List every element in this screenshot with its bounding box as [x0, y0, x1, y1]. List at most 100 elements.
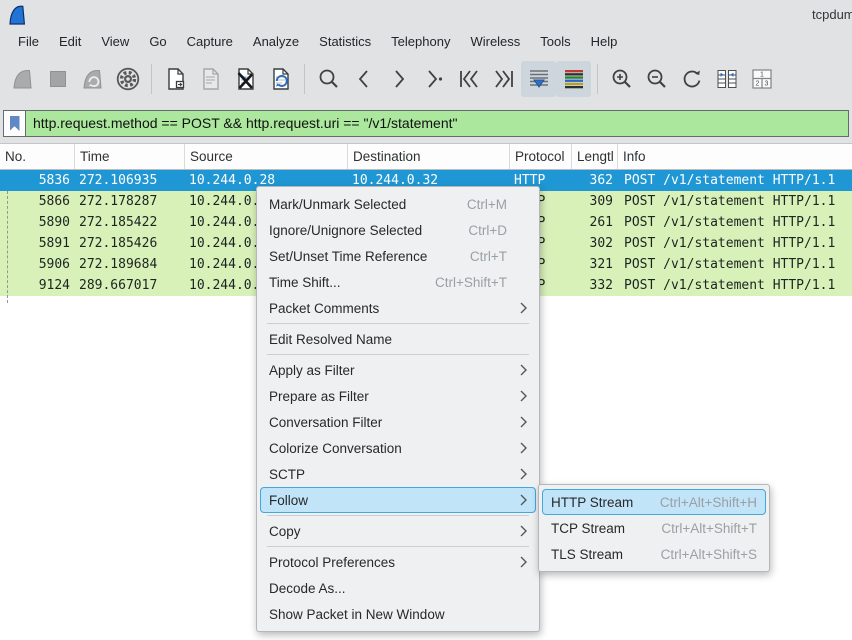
submenu-item-tls-stream[interactable]: TLS StreamCtrl+Alt+Shift+S — [542, 541, 766, 567]
submenu-item-http-stream[interactable]: HTTP StreamCtrl+Alt+Shift+H — [542, 489, 766, 515]
menubar-help[interactable]: Help — [581, 30, 628, 53]
menubar-edit[interactable]: Edit — [49, 30, 91, 53]
menubar-file[interactable]: File — [8, 30, 49, 53]
packet-cell-len: 261 — [572, 212, 618, 233]
menu-item-shortcut: Ctrl+Shift+T — [435, 275, 507, 290]
menubar-capture[interactable]: Capture — [177, 30, 243, 53]
last-packet-icon — [491, 66, 517, 92]
menubar-tools[interactable]: Tools — [530, 30, 580, 53]
menu-item-colorize-conversation[interactable]: Colorize Conversation — [260, 435, 536, 461]
packet-cell-info: POST /v1/statement HTTP/1.1 — [618, 233, 852, 254]
menu-item-label: Apply as Filter — [269, 363, 507, 378]
wireshark-logo-icon — [7, 3, 27, 26]
resize-columns-button[interactable] — [709, 61, 744, 97]
menubar-telephony[interactable]: Telephony — [381, 30, 460, 53]
menu-item-follow[interactable]: Follow — [260, 487, 536, 513]
colorize-button[interactable] — [556, 61, 591, 97]
zoom-reset-icon — [679, 66, 705, 92]
column-header-no[interactable]: No. — [0, 144, 75, 169]
column-header-protocol[interactable]: Protocol — [510, 144, 572, 169]
start-capture-button[interactable] — [5, 61, 40, 97]
auto-scroll-icon — [526, 66, 552, 92]
layout-button[interactable]: 123 — [744, 61, 779, 97]
column-header-info[interactable]: Info — [618, 144, 852, 169]
open-file-button[interactable] — [158, 61, 193, 97]
packet-cell-len: 362 — [572, 170, 618, 191]
menubar-analyze[interactable]: Analyze — [243, 30, 309, 53]
menu-item-prepare-as-filter[interactable]: Prepare as Filter — [260, 383, 536, 409]
zoom-out-button[interactable] — [639, 61, 674, 97]
menu-item-conversation-filter[interactable]: Conversation Filter — [260, 409, 536, 435]
menu-item-set-unset-time-reference[interactable]: Set/Unset Time ReferenceCtrl+T — [260, 243, 536, 269]
menu-item-protocol-preferences[interactable]: Protocol Preferences — [260, 549, 536, 575]
resize-columns-icon — [714, 66, 740, 92]
stop-icon — [45, 66, 71, 92]
zoom-in-button[interactable] — [604, 61, 639, 97]
save-file-button[interactable] — [193, 61, 228, 97]
reload-file-button[interactable] — [263, 61, 298, 97]
restart-capture-button[interactable] — [75, 61, 110, 97]
menu-separator — [267, 515, 529, 516]
submenu-item-tcp-stream[interactable]: TCP StreamCtrl+Alt+Shift+T — [542, 515, 766, 541]
display-filter-box: http.request.method == POST && http.requ… — [3, 110, 849, 137]
menu-item-label: HTTP Stream — [551, 495, 640, 510]
menu-item-copy[interactable]: Copy — [260, 518, 536, 544]
menubar-statistics[interactable]: Statistics — [309, 30, 381, 53]
zoom-reset-button[interactable] — [674, 61, 709, 97]
filter-bookmark-button[interactable] — [4, 111, 26, 136]
menubar-view[interactable]: View — [91, 30, 139, 53]
gear-icon — [115, 66, 141, 92]
close-file-button[interactable] — [228, 61, 263, 97]
svg-text:1: 1 — [760, 72, 764, 79]
menu-item-label: Packet Comments — [269, 301, 507, 316]
find-icon — [316, 66, 342, 92]
packet-cell-info: POST /v1/statement HTTP/1.1 — [618, 191, 852, 212]
auto-scroll-button[interactable] — [521, 61, 556, 97]
go-forward-button[interactable] — [381, 61, 416, 97]
menu-item-label: Protocol Preferences — [269, 555, 507, 570]
packet-context-menu: Mark/Unmark SelectedCtrl+MIgnore/Unignor… — [256, 186, 540, 632]
menu-item-time-shift[interactable]: Time Shift...Ctrl+Shift+T — [260, 269, 536, 295]
menu-item-ignore-unignore-selected[interactable]: Ignore/Unignore SelectedCtrl+D — [260, 217, 536, 243]
display-filter-input[interactable]: http.request.method == POST && http.requ… — [26, 111, 848, 136]
go-last-packet-button[interactable] — [486, 61, 521, 97]
menu-item-show-packet-in-new-window[interactable]: Show Packet in New Window — [260, 601, 536, 627]
find-packet-button[interactable] — [311, 61, 346, 97]
packet-cell-len: 332 — [572, 275, 618, 296]
menu-item-decode-as[interactable]: Decode As... — [260, 575, 536, 601]
menubar-wireless[interactable]: Wireless — [460, 30, 530, 53]
zoom-in-icon — [609, 66, 635, 92]
menu-item-edit-resolved-name[interactable]: Edit Resolved Name — [260, 326, 536, 352]
menu-item-label: Ignore/Unignore Selected — [269, 223, 448, 238]
colorize-icon — [561, 66, 587, 92]
menu-item-packet-comments[interactable]: Packet Comments — [260, 295, 536, 321]
column-header-destination[interactable]: Destination — [348, 144, 510, 169]
packet-cell-no: 5890 — [0, 212, 75, 233]
submenu-arrow-icon — [515, 468, 527, 480]
zoom-out-icon — [644, 66, 670, 92]
packet-cell-info: POST /v1/statement HTTP/1.1 — [618, 212, 852, 233]
packet-cell-no: 5891 — [0, 233, 75, 254]
column-header-source[interactable]: Source — [185, 144, 348, 169]
menu-item-label: Decode As... — [269, 581, 507, 596]
go-back-button[interactable] — [346, 61, 381, 97]
related-packets-line — [7, 191, 8, 303]
menu-item-shortcut: Ctrl+T — [470, 249, 507, 264]
menu-item-mark-unmark-selected[interactable]: Mark/Unmark SelectedCtrl+M — [260, 191, 536, 217]
capture-options-button[interactable] — [110, 61, 145, 97]
go-first-packet-button[interactable] — [451, 61, 486, 97]
menu-item-sctp[interactable]: SCTP — [260, 461, 536, 487]
follow-submenu: HTTP StreamCtrl+Alt+Shift+HTCP StreamCtr… — [538, 484, 770, 572]
packet-cell-info: POST /v1/statement HTTP/1.1 — [618, 254, 852, 275]
submenu-arrow-icon — [515, 494, 527, 506]
submenu-arrow-icon — [515, 390, 527, 402]
column-header-lengtl[interactable]: Lengtl — [572, 144, 618, 169]
menu-item-shortcut: Ctrl+Alt+Shift+T — [661, 521, 757, 536]
packet-cell-time: 272.178287 — [75, 191, 185, 212]
column-header-time[interactable]: Time — [75, 144, 185, 169]
go-to-packet-button[interactable] — [416, 61, 451, 97]
stop-capture-button[interactable] — [40, 61, 75, 97]
menu-item-apply-as-filter[interactable]: Apply as Filter — [260, 357, 536, 383]
open-file-icon — [163, 66, 189, 92]
menubar-go[interactable]: Go — [139, 30, 176, 53]
